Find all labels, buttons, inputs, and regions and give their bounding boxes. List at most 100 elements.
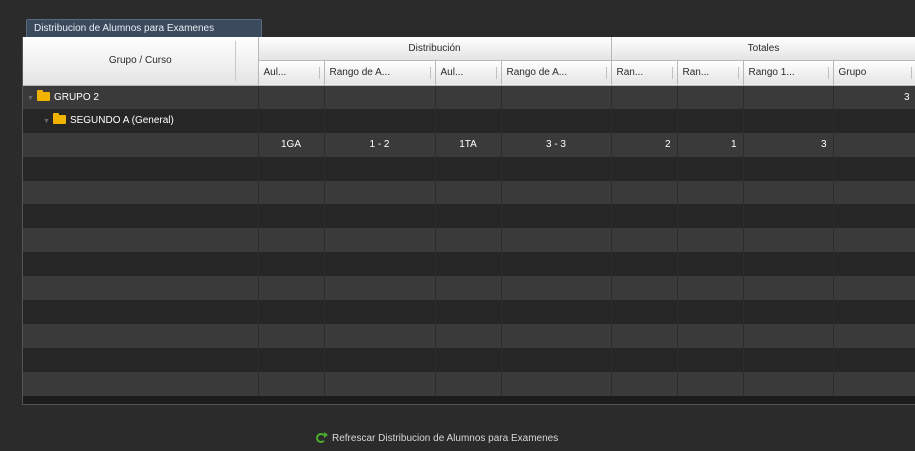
grid-cell (324, 252, 436, 277)
grid-cell (324, 323, 436, 348)
grid-cell (501, 347, 612, 372)
tab-distribucion-alumnos[interactable]: Distribucion de Alumnos para Examenes (26, 19, 262, 37)
folder-icon (36, 89, 50, 101)
column-header-grupo[interactable]: Grupo (833, 60, 915, 86)
grid-cell (258, 156, 325, 181)
grid-cell (258, 252, 325, 277)
grid-cell (324, 108, 436, 133)
grid-cell (501, 252, 612, 277)
grid-cell: 1 (677, 132, 744, 157)
empty-row (23, 371, 915, 396)
empty-row (23, 252, 915, 277)
grid-cell (435, 323, 502, 348)
grid-cell (677, 108, 744, 133)
grid-cell (611, 371, 678, 396)
expand-triangle-icon[interactable]: ▼ (43, 118, 50, 125)
refresh-distribution-button[interactable]: Refrescar Distribucion de Alumnos para E… (316, 431, 558, 445)
grid-cell (743, 347, 834, 372)
grid-cell (23, 156, 259, 181)
grid-cell (743, 180, 834, 205)
grid-cell: 2 (611, 132, 678, 157)
grid-cell (501, 85, 612, 109)
column-header-aula-2[interactable]: Aul... (435, 60, 502, 86)
column-header-total-2[interactable]: Ran... (677, 60, 744, 86)
grid-cell (611, 204, 678, 229)
refresh-icon (316, 432, 328, 443)
grid-cell (501, 108, 612, 133)
grid-cell (258, 323, 325, 348)
grid-cell (743, 85, 834, 109)
grid-cell (677, 85, 744, 109)
column-header-rango-2[interactable]: Rango de A... (501, 60, 612, 86)
grid-cell (677, 323, 744, 348)
grid-cell (435, 85, 502, 109)
grid-cell (677, 300, 744, 324)
grid-cell (611, 85, 678, 109)
grid-cell (258, 85, 325, 109)
grid-cell (833, 132, 915, 157)
grid-cell (743, 108, 834, 133)
grid-cell (611, 108, 678, 133)
column-header-aula-1[interactable]: Aul... (258, 60, 325, 86)
grid-cell (324, 156, 436, 181)
grid-cell (833, 108, 915, 133)
grid-cell (23, 371, 259, 396)
grid-cell: 3 (743, 132, 834, 157)
grid-cell (677, 252, 744, 277)
grid-cell (743, 228, 834, 253)
empty-row (23, 204, 915, 229)
empty-row (23, 323, 915, 348)
tree-cell: ▼ GRUPO 2 (23, 85, 259, 109)
folder-icon (52, 113, 66, 125)
grid-cell (324, 276, 436, 301)
grid-cell (743, 323, 834, 348)
grid-cell (743, 371, 834, 396)
tree-label: GRUPO 2 (53, 91, 99, 103)
empty-row (23, 276, 915, 301)
empty-row (23, 228, 915, 253)
grid-cell (435, 276, 502, 301)
grid-cell (611, 228, 678, 253)
column-header-total-1[interactable]: Ran... (611, 60, 678, 86)
grid-cell (833, 156, 915, 181)
grid-cell (435, 204, 502, 229)
grid-cell (23, 276, 259, 301)
grid-cell (435, 252, 502, 277)
grid-cell (258, 276, 325, 301)
distribution-grid: Grupo / Curso Distribución Totales Aul..… (22, 37, 915, 405)
column-header-rango-1[interactable]: Rango de A... (324, 60, 436, 86)
empty-row (23, 300, 915, 324)
column-header-grupo-curso[interactable]: Grupo / Curso (23, 37, 259, 86)
grid-cell (677, 204, 744, 229)
grid-cell (611, 252, 678, 277)
grid-cell (23, 323, 259, 348)
expand-triangle-icon[interactable]: ▼ (27, 95, 34, 102)
grid-cell (23, 132, 259, 157)
tree-row-grupo[interactable]: ▼ GRUPO 2 3 (23, 85, 915, 109)
grid-cell (611, 300, 678, 324)
grid-cell (435, 180, 502, 205)
grid-cell (23, 347, 259, 372)
grid-cell (611, 156, 678, 181)
grid-cell (743, 156, 834, 181)
grid-cell (258, 300, 325, 324)
grid-cell (501, 204, 612, 229)
grid-cell (258, 228, 325, 253)
grid-cell (743, 204, 834, 229)
grid-cell (435, 228, 502, 253)
grid-cell (258, 347, 325, 372)
grid-cell (833, 300, 915, 324)
grid-cell (501, 300, 612, 324)
grid-cell (435, 371, 502, 396)
table-row[interactable]: 1GA 1 - 2 1TA 3 - 3 2 1 3 (23, 132, 915, 157)
grid-cell (677, 347, 744, 372)
grid-cell (833, 180, 915, 205)
grid-cell (23, 180, 259, 205)
column-header-total-3[interactable]: Rango 1... (743, 60, 834, 86)
grid-cell (611, 347, 678, 372)
grid-cell (833, 371, 915, 396)
grid-cell (677, 180, 744, 205)
grid-cell (324, 228, 436, 253)
grid-cell: 1GA (258, 132, 325, 157)
tree-row-curso[interactable]: ▼ SEGUNDO A (General) (23, 108, 915, 133)
